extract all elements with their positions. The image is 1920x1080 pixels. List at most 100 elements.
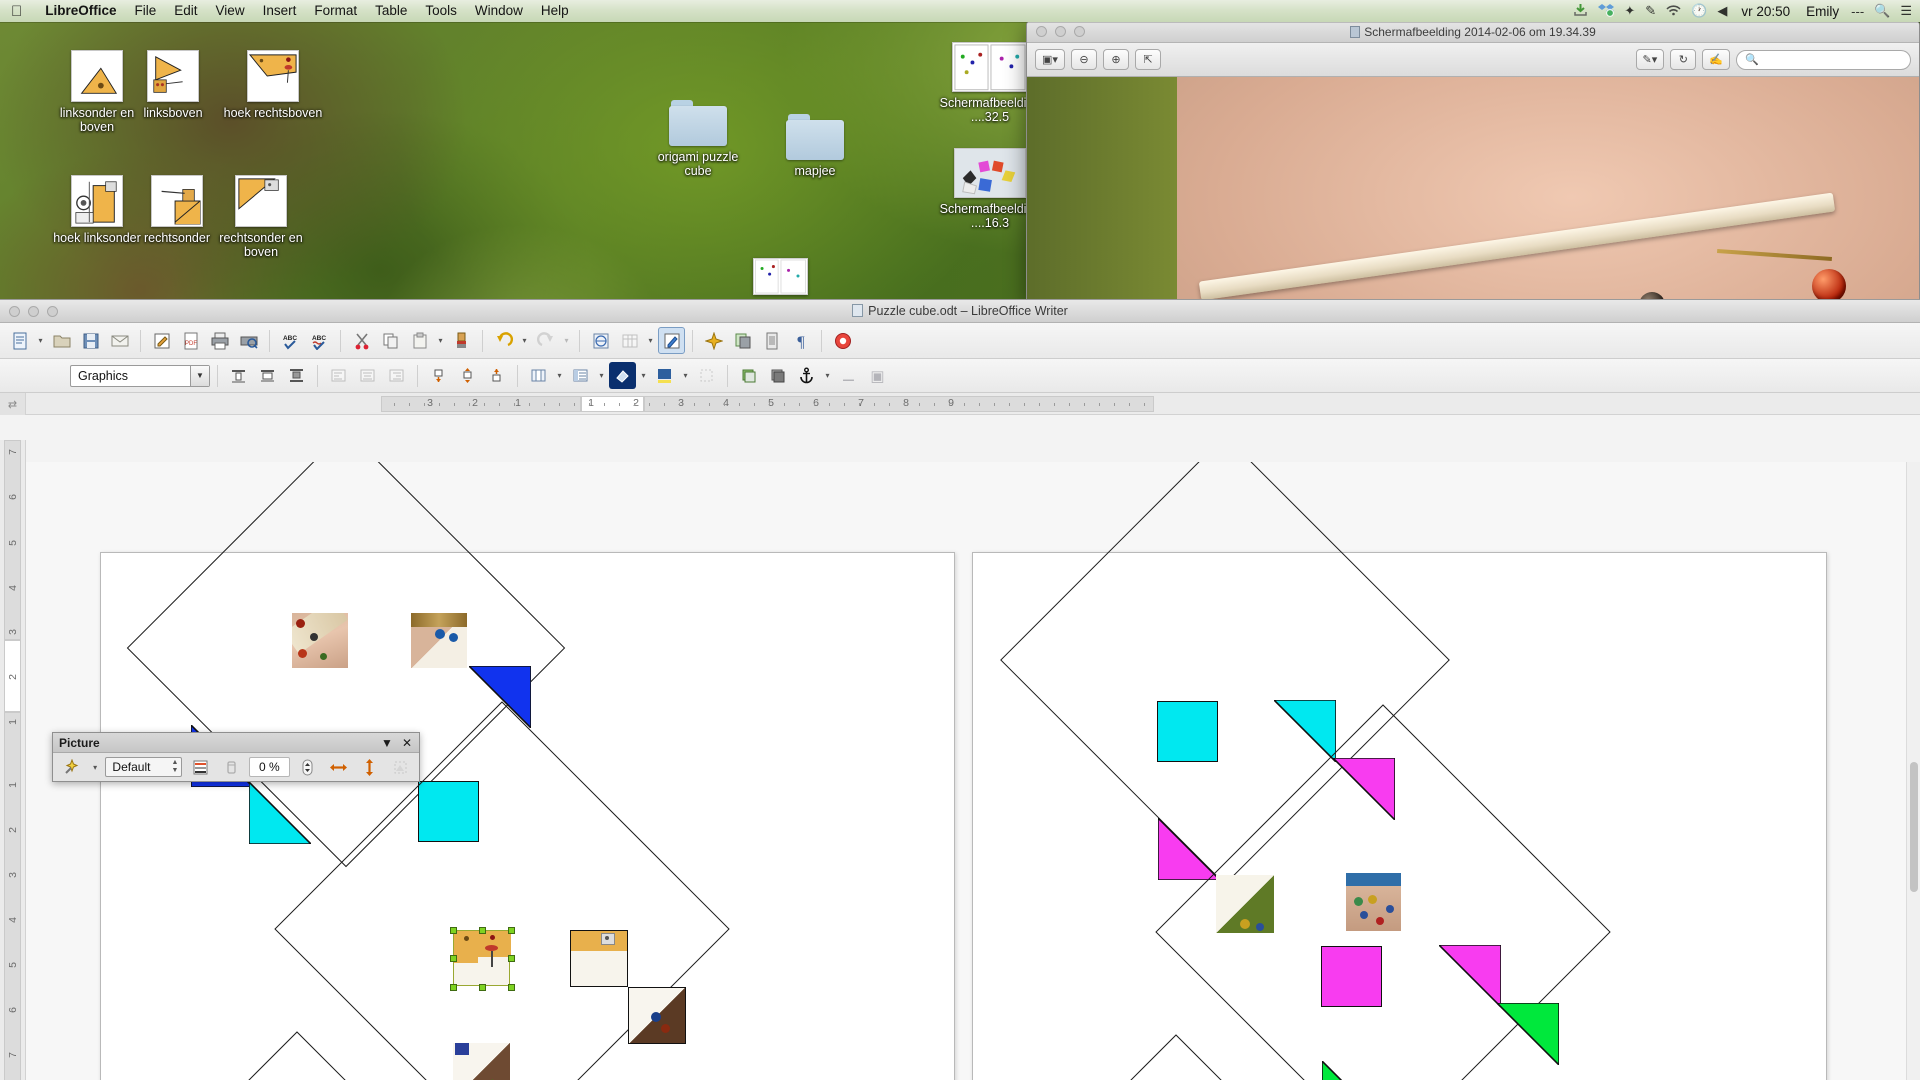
redo-button[interactable] [532,327,559,354]
insert-object-button[interactable] [758,327,785,354]
download-icon[interactable] [1573,3,1588,20]
hyperlink-button[interactable] [587,327,614,354]
bluetooth-icon[interactable]: ✦ [1624,3,1635,19]
background-color-button[interactable] [609,362,636,389]
desktop-folder-origami-puzzle-cube[interactable]: origami puzzle cube [643,96,753,178]
ruler-margin-right[interactable] [644,396,1154,412]
resize-handle[interactable] [508,984,515,991]
new-document-dropdown-icon[interactable]: ▾ [35,336,46,345]
annotate-button[interactable]: ✍ [1702,49,1730,70]
rotate-button[interactable]: ↻ [1670,49,1697,70]
highlight-color-button[interactable] [651,362,678,389]
open-document-button[interactable] [48,327,75,354]
print-button[interactable] [206,327,233,354]
share-button[interactable]: ⇱ [1134,49,1161,70]
page-left[interactable] [69,462,955,1080]
triangle-magenta[interactable] [1439,945,1501,1007]
triangle-green[interactable] [1322,1061,1384,1080]
resize-handle[interactable] [450,927,457,934]
resize-handle[interactable] [479,984,486,991]
desktop-icon-small-preview[interactable] [753,258,808,295]
close-icon[interactable]: ✕ [402,736,412,750]
insert-special-character-button[interactable] [700,327,727,354]
anchor-center-button[interactable] [454,362,481,389]
new-document-button[interactable] [6,327,33,354]
clone-formatting-button[interactable] [448,327,475,354]
zoom-out-button[interactable]: ⊖ [1070,49,1097,70]
triangle-magenta[interactable] [1158,818,1220,880]
desktop-icon-hoek-rechtsboven[interactable]: hoek rechtsboven [218,50,328,120]
picture-toolbar-header[interactable]: Picture ▼ ✕ [53,733,419,753]
copy-button[interactable] [377,327,404,354]
magic-wand-icon[interactable] [59,754,85,781]
color-settings-button[interactable] [187,754,213,781]
insert-table-dropdown-icon[interactable]: ▾ [645,336,656,345]
zoom-in-button[interactable]: ⊕ [1102,49,1129,70]
highlight-color-dropdown-icon[interactable]: ▾ [680,371,691,380]
show-draw-functions-button[interactable] [658,327,685,354]
scrollbar-thumb[interactable] [1910,762,1918,892]
print-preview-button[interactable] [235,327,262,354]
menubar-username[interactable]: Emily [1804,4,1841,19]
preview-titlebar[interactable]: Schermafbeelding 2014-02-06 om 19.34.39 [1027,21,1919,43]
desktop-folder-mapjee[interactable]: mapjee [760,110,870,178]
align-top-button[interactable] [225,362,252,389]
align-bottom-button[interactable] [283,362,310,389]
image-properties-button[interactable] [387,754,413,781]
formatting-marks-button[interactable]: ¶ [787,327,814,354]
transparency-stepper[interactable] [295,754,321,781]
help-button[interactable] [829,327,856,354]
anchor-top-button[interactable] [425,362,452,389]
crop-button[interactable]: ▣ [864,362,891,389]
photo-fragment[interactable] [411,613,467,668]
menu-item-window[interactable]: Window [466,0,532,22]
align-center-button[interactable] [354,362,381,389]
menu-item-file[interactable]: File [126,0,166,22]
preview-window[interactable]: Schermafbeelding 2014-02-06 om 19.34.39 … [1026,20,1920,303]
picture-toolbar-row[interactable]: ▾ Default ▲ ▼ 0 % [53,753,419,781]
align-center-vertical-button[interactable] [254,362,281,389]
page-right[interactable] [948,462,1827,1080]
wrap-off-button[interactable] [525,362,552,389]
photo-fragment[interactable] [570,930,628,987]
undo-dropdown-icon[interactable]: ▾ [519,336,530,345]
transparency-tool-button[interactable] [218,754,244,781]
ruler-margin-bottom[interactable] [4,712,21,1080]
graphics-toolbar[interactable]: Graphics ▼ ▾ ▾ ▾ ▾ ▾ ⚊ ▣ [0,359,1920,393]
stepper-icon[interactable]: ▲ ▼ [171,759,178,775]
resize-handle[interactable] [479,927,486,934]
export-pdf-button[interactable]: PDF [177,327,204,354]
wrap-on-dropdown-icon[interactable]: ▾ [596,371,607,380]
align-right-button[interactable] [383,362,410,389]
flip-vertically-button[interactable] [356,754,382,781]
pen-icon[interactable]: ✎ [1645,3,1656,19]
volume-icon[interactable]: ◀ [1717,3,1727,19]
triangle-green[interactable] [1497,1003,1559,1065]
selected-image[interactable] [450,927,515,991]
photo-fragment[interactable] [292,613,348,668]
menu-item-format[interactable]: Format [305,0,366,22]
wrap-off-dropdown-icon[interactable]: ▾ [554,371,565,380]
list-icon[interactable]: ☰ [1900,3,1912,19]
filter-dropdown-icon[interactable]: ▾ [90,763,101,772]
timemachine-icon[interactable]: 🕐 [1691,3,1707,19]
menu-item-help[interactable]: Help [532,0,578,22]
insert-table-button[interactable] [616,327,643,354]
edit-mode-button[interactable] [148,327,175,354]
vertical-scrollbar[interactable] [1906,462,1920,1080]
paste-button[interactable] [406,327,433,354]
wrap-on-button[interactable] [567,362,594,389]
menu-item-table[interactable]: Table [366,0,416,22]
email-document-button[interactable] [106,327,133,354]
background-color-dropdown-icon[interactable]: ▾ [638,371,649,380]
markup-button[interactable]: ✎▾ [1635,49,1665,70]
chevron-down-icon[interactable]: ▼ [381,736,393,750]
ruler-corner[interactable]: ⇄ [0,393,26,415]
photo-fragment[interactable] [628,987,686,1044]
resize-handle[interactable] [450,955,457,962]
paste-dropdown-icon[interactable]: ▾ [435,336,446,345]
triangle-cyan[interactable] [1274,700,1336,762]
change-anchor-button[interactable] [793,362,820,389]
libreoffice-writer-window[interactable]: Puzzle cube.odt – LibreOffice Writer ▾ P… [0,299,1920,1080]
sidebar-toggle-button[interactable]: ▣▾ [1035,49,1065,70]
